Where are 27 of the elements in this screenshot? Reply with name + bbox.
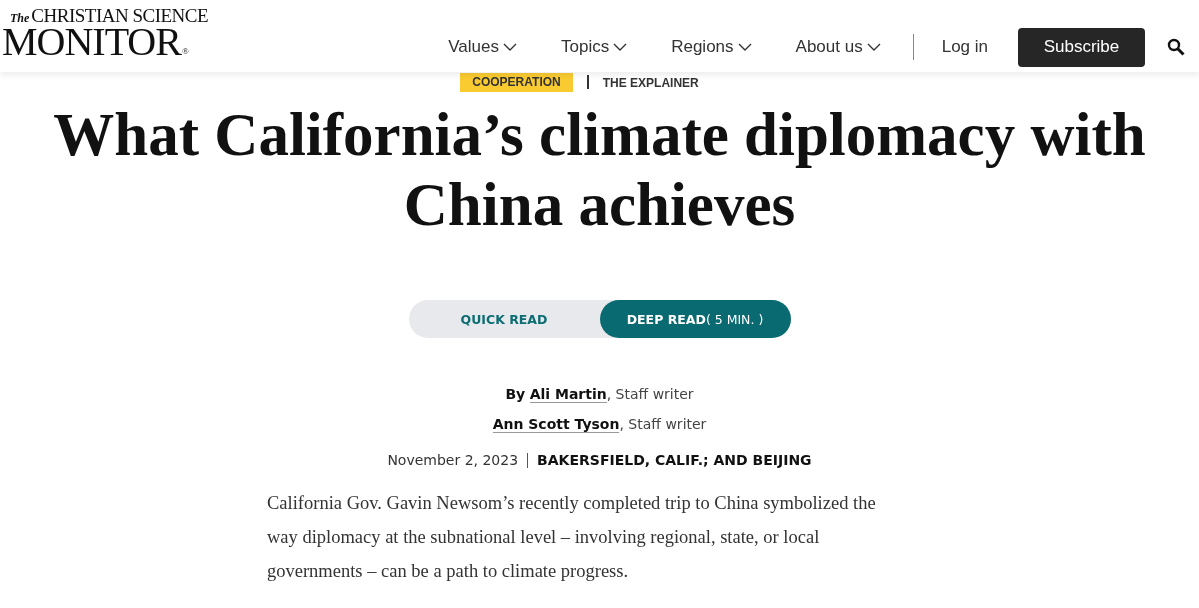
search-icon[interactable] <box>1167 38 1185 56</box>
registered-mark: ® <box>181 47 189 56</box>
logo-text: CHRISTIAN SCIENCE <box>31 6 209 25</box>
topic-tag[interactable]: COOPERATION <box>460 72 573 92</box>
nav-menu-item[interactable]: Values <box>448 35 517 59</box>
nav-menu-item[interactable]: About us <box>795 35 881 59</box>
dateline-location: BAKERSFIELD, CALIF.; AND BEIJING <box>537 452 812 468</box>
chevron-down-icon <box>866 42 881 52</box>
login-link[interactable]: Log in <box>941 35 988 59</box>
chevron-down-icon <box>737 42 752 52</box>
logo-wordmark[interactable]: MONITOR <box>2 22 181 62</box>
byline: Ann Scott Tyson, Staff writer <box>492 415 707 435</box>
author-link[interactable]: Ann Scott Tyson <box>492 416 620 433</box>
read-option-tab[interactable]: QUICK READ <box>408 300 600 338</box>
chevron-down-icon <box>613 42 628 52</box>
chevron-down-icon <box>503 42 517 52</box>
nav-menu-item[interactable]: Regions <box>671 35 752 59</box>
article-headline: What California’s climate diplomacy with China achieves <box>52 100 1147 240</box>
author-link[interactable]: Ali Martin <box>529 386 607 403</box>
article-summary: California Gov. Gavin Newsom’s recently completed trip to China symbolized the way diplomacy at the subnational level – involving regional, state, or local governments – can be a path to climate progress. <box>267 492 877 583</box>
nav-menu-item[interactable]: Topics <box>561 35 628 59</box>
subscribe-button[interactable]: Subscribe <box>1018 27 1145 67</box>
logo-text: The <box>10 12 30 24</box>
section-label[interactable]: THE EXPLAINER <box>602 74 699 90</box>
read-option-tab[interactable]: DEEP READ( 5 MIN. ) <box>599 300 791 338</box>
byline: By Ali Martin, Staff writer <box>505 385 694 405</box>
publish-date: November 2, 2023 <box>387 452 519 468</box>
